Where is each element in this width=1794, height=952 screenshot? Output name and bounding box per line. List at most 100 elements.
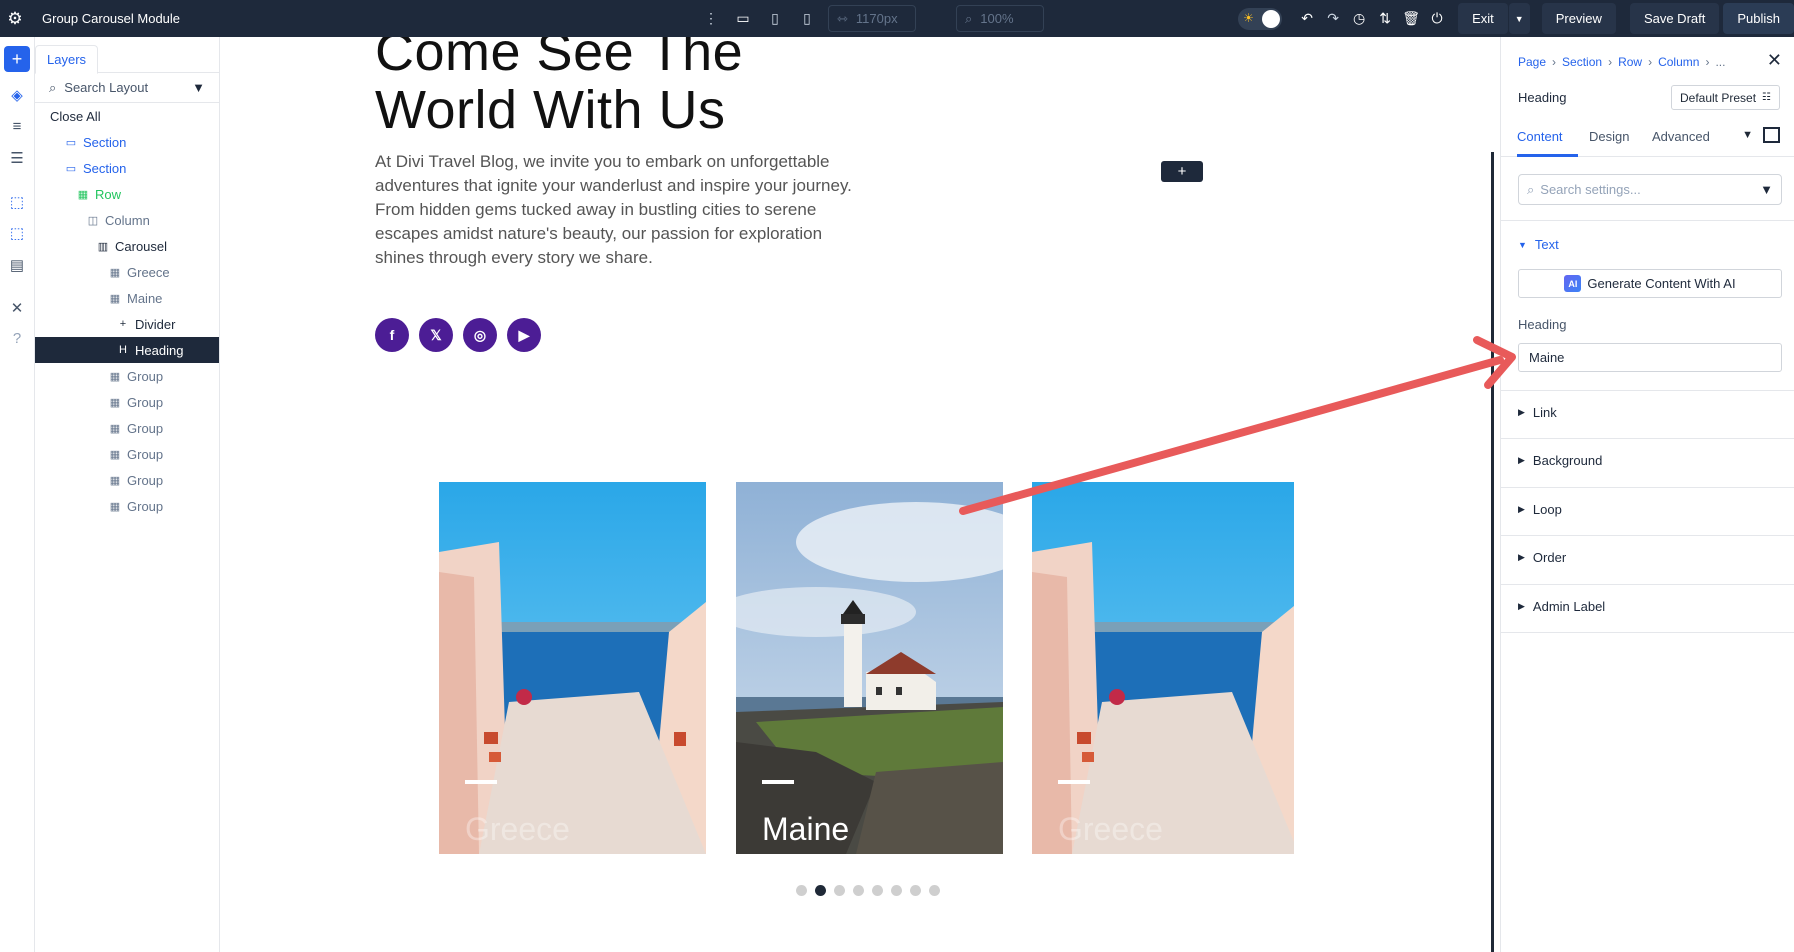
carousel-dot[interactable] <box>891 885 902 896</box>
tab-advanced[interactable]: Advanced <box>1652 129 1710 144</box>
save-draft-button[interactable]: Save Draft <box>1630 3 1719 34</box>
layer-section[interactable]: ▭Section <box>35 129 219 155</box>
layer-row[interactable]: ▦Row <box>35 181 219 207</box>
row-icon: ▦ <box>77 188 89 201</box>
layer-group[interactable]: ▦Group <box>35 467 219 493</box>
select-multi-icon[interactable]: ⬚ <box>4 220 30 246</box>
layer-carousel[interactable]: ▥Carousel <box>35 233 219 259</box>
layer-group[interactable]: ▦Greece <box>35 259 219 285</box>
tab-content[interactable]: Content <box>1517 129 1563 144</box>
desktop-view-icon[interactable]: ▭ <box>732 8 754 30</box>
phone-view-icon[interactable]: ▯ <box>796 8 818 30</box>
youtube-icon[interactable]: ▶ <box>507 318 541 352</box>
carousel-dot-active[interactable] <box>815 885 826 896</box>
database-icon[interactable]: ≡ <box>4 113 30 139</box>
layout-settings-icon[interactable]: ▤ <box>4 252 30 278</box>
search-icon: ⌕ <box>1527 182 1534 198</box>
preset-options-icon: ☷ <box>1762 92 1771 103</box>
carousel-dot[interactable] <box>796 885 807 896</box>
carousel-card-greece[interactable]: Greece <box>439 482 706 854</box>
exit-dropdown[interactable]: ▼ <box>1509 3 1530 34</box>
breadcrumb-more[interactable]: ... <box>1715 55 1725 69</box>
exit-button[interactable]: Exit <box>1458 3 1508 34</box>
caret-right-icon: ▶ <box>1518 455 1525 466</box>
section-background-toggle[interactable]: ▶Background <box>1518 453 1602 468</box>
carousel-card-greece-2[interactable]: Greece <box>1032 482 1294 854</box>
group-icon: ▦ <box>109 448 121 461</box>
hero-heading[interactable]: Come See The World With Us <box>375 37 743 139</box>
section-link-toggle[interactable]: ▶Link <box>1518 405 1557 420</box>
heading-text-input[interactable]: Maine <box>1518 343 1782 372</box>
section-text-toggle[interactable]: ▼ Text <box>1518 237 1559 252</box>
breadcrumb-column[interactable]: Column <box>1658 55 1699 69</box>
add-icon[interactable]: + <box>4 46 30 72</box>
carousel-card-maine[interactable]: Maine <box>736 482 1003 854</box>
sun-icon: ☀ <box>1243 11 1254 25</box>
card-divider <box>465 780 497 784</box>
expand-panel-icon[interactable] <box>1763 127 1780 143</box>
trash-icon[interactable]: 🗑 <box>1400 8 1422 30</box>
group-icon: ▦ <box>109 396 121 409</box>
layers-icon[interactable]: ◈ <box>4 82 30 108</box>
publish-button[interactable]: Publish <box>1723 3 1794 34</box>
close-icon[interactable]: ✕ <box>1767 50 1782 71</box>
facebook-icon[interactable]: f <box>375 318 409 352</box>
settings-gear-icon[interactable]: ⚙ <box>0 9 30 29</box>
preview-button[interactable]: Preview <box>1542 3 1616 34</box>
select-module-icon[interactable]: ⬚ <box>4 189 30 215</box>
theme-toggle[interactable]: ☀ <box>1238 8 1282 30</box>
tools-icon[interactable]: ✕ <box>4 295 30 321</box>
add-module-button[interactable]: + <box>1161 161 1203 182</box>
carousel-dot[interactable] <box>929 885 940 896</box>
carousel-dot[interactable] <box>872 885 883 896</box>
layer-group[interactable]: ▦Group <box>35 363 219 389</box>
sections-icon[interactable]: ☰ <box>4 145 30 171</box>
section-admin-label-toggle[interactable]: ▶Admin Label <box>1518 599 1605 614</box>
instagram-icon[interactable]: ◎ <box>463 318 497 352</box>
generate-ai-button[interactable]: AI Generate Content With AI <box>1518 269 1782 298</box>
layer-heading[interactable]: HHeading <box>35 337 219 363</box>
carousel-dot[interactable] <box>834 885 845 896</box>
canvas-width-field[interactable]: ⇿ 1170px <box>828 5 916 32</box>
redo-icon[interactable]: ↷ <box>1322 8 1344 30</box>
layers-search[interactable]: ⌕ Search Layout ▼ <box>35 73 219 103</box>
layer-group[interactable]: ▦Group <box>35 415 219 441</box>
breadcrumb-row[interactable]: Row <box>1618 55 1642 69</box>
greece-photo <box>439 482 706 854</box>
history-icon[interactable]: ◷ <box>1348 8 1370 30</box>
carousel-dot[interactable] <box>910 885 921 896</box>
undo-icon[interactable]: ↶ <box>1296 8 1318 30</box>
group-icon: ▦ <box>109 370 121 383</box>
layers-tab[interactable]: Layers <box>35 45 98 74</box>
filter-icon[interactable]: ▼ <box>1760 182 1773 197</box>
canvas-scrollbar[interactable] <box>1491 152 1494 952</box>
settings-search-input[interactable]: ⌕ Search settings... ▼ <box>1518 174 1782 205</box>
close-all-button[interactable]: Close All <box>35 103 219 129</box>
layer-group[interactable]: ▦Group <box>35 389 219 415</box>
caret-right-icon: ▶ <box>1518 504 1525 515</box>
drag-handle-icon[interactable]: ⋮ <box>700 8 722 30</box>
preset-select[interactable]: Default Preset ☷ <box>1671 85 1780 110</box>
layer-column[interactable]: ◫Column <box>35 207 219 233</box>
tab-design[interactable]: Design <box>1589 129 1629 144</box>
zoom-field[interactable]: ⌕ 100% <box>956 5 1044 32</box>
section-loop-toggle[interactable]: ▶Loop <box>1518 502 1562 517</box>
layer-group[interactable]: ▦Group <box>35 441 219 467</box>
layer-divider[interactable]: +Divider <box>35 311 219 337</box>
layer-section[interactable]: ▭Section <box>35 155 219 181</box>
help-icon[interactable]: ? <box>4 325 30 351</box>
breadcrumb-page[interactable]: Page <box>1518 55 1546 69</box>
chevron-down-icon[interactable]: ▼ <box>1742 129 1753 141</box>
layer-group[interactable]: ▦Maine <box>35 285 219 311</box>
sort-icon[interactable]: ⇅ <box>1374 8 1396 30</box>
hero-paragraph[interactable]: At Divi Travel Blog, we invite you to em… <box>375 150 875 270</box>
carousel-dot[interactable] <box>853 885 864 896</box>
caret-right-icon: ▶ <box>1518 552 1525 563</box>
section-order-toggle[interactable]: ▶Order <box>1518 550 1566 565</box>
power-icon[interactable]: ⏻ <box>1426 8 1448 30</box>
x-twitter-icon[interactable]: 𝕏 <box>419 318 453 352</box>
layer-group[interactable]: ▦Group <box>35 493 219 519</box>
filter-icon[interactable]: ▼ <box>192 80 205 95</box>
breadcrumb-section[interactable]: Section <box>1562 55 1602 69</box>
tablet-view-icon[interactable]: ▯ <box>764 8 786 30</box>
